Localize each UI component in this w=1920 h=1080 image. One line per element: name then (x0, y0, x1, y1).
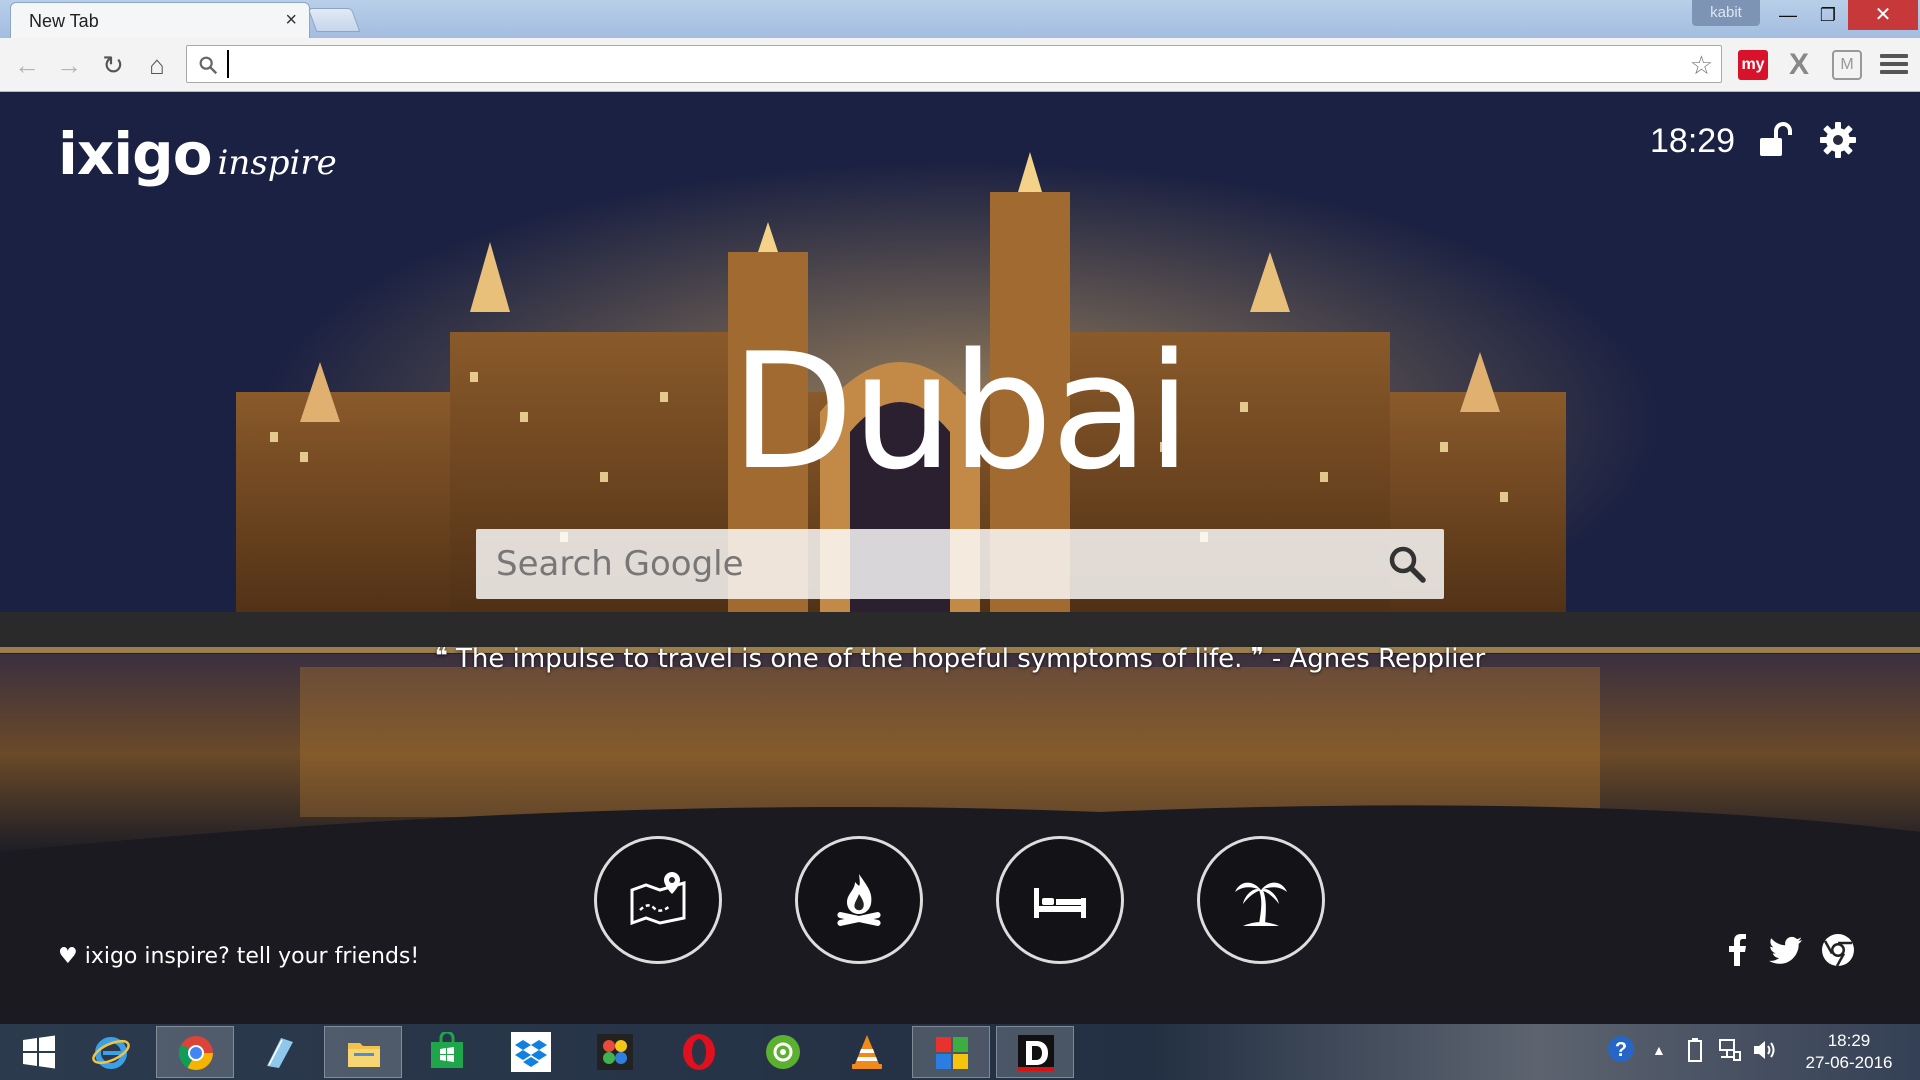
share-prompt[interactable]: ♥ ixigo inspire? tell your friends! (58, 944, 419, 969)
notepad-icon (267, 1038, 293, 1068)
search-icon (199, 56, 218, 75)
windows-store-icon (431, 1032, 463, 1068)
back-icon[interactable]: ← (10, 48, 44, 82)
browser-tab-bar: New Tab × kabit — ❐ ✕ (0, 0, 1920, 38)
taskbar-windows-store[interactable] (408, 1026, 486, 1078)
taskbar-time: 18:29 (1827, 1031, 1871, 1050)
quote-author: - Agnes Repplier (1271, 644, 1486, 674)
windows-start-icon (23, 1035, 55, 1069)
internet-explorer-icon (92, 1037, 130, 1069)
taskbar-tiles-app[interactable] (912, 1026, 990, 1078)
d-app-icon (1018, 1035, 1054, 1071)
quote-open-mark: ❝ (434, 644, 448, 669)
tab-new-tab[interactable]: New Tab × (10, 2, 310, 38)
system-clock[interactable]: 18:29 27-06-2016 (1790, 1030, 1908, 1074)
media-icon (766, 1035, 800, 1069)
taskbar-notepad[interactable] (240, 1026, 318, 1078)
volume-icon[interactable] (1752, 1038, 1778, 1068)
gear-icon[interactable] (1818, 120, 1858, 160)
network-icon[interactable] (1718, 1038, 1742, 1068)
hotel-bed-button[interactable] (996, 836, 1124, 964)
taskbar-chrome[interactable] (156, 1026, 234, 1078)
taskbar-opera[interactable] (660, 1026, 738, 1078)
close-tab-icon[interactable]: × (285, 9, 297, 32)
tab-title: New Tab (29, 11, 99, 31)
city-title: Dubai (730, 318, 1192, 505)
svg-text:?: ? (1615, 1039, 1627, 1061)
close-window-button[interactable]: ✕ (1848, 0, 1918, 30)
campfire-button[interactable] (795, 836, 923, 964)
help-icon[interactable]: ? (1606, 1034, 1636, 1070)
chrome-menu-icon[interactable] (1880, 54, 1908, 78)
map-icon (630, 872, 686, 926)
new-tab-page: ixigoinspire 18:29 Dubai ❝ The impulse t… (0, 92, 1920, 1024)
google-search-input[interactable] (496, 539, 1336, 589)
tiles-app-icon (936, 1037, 968, 1069)
beach-button[interactable] (1197, 836, 1325, 964)
taskbar-media-app[interactable] (744, 1026, 822, 1078)
paint-icon (597, 1034, 633, 1070)
facebook-icon[interactable] (1720, 932, 1756, 968)
campfire-icon (837, 874, 881, 926)
palm-tree-icon (1235, 882, 1287, 926)
minimize-button[interactable]: — (1766, 0, 1810, 30)
show-hidden-icons-icon[interactable]: ▲ (1652, 1042, 1666, 1058)
address-input[interactable] (227, 50, 1667, 78)
clock: 18:29 (1650, 122, 1736, 160)
ixigo-logo[interactable]: ixigo inspire (58, 120, 337, 188)
vlc-icon (852, 1035, 882, 1069)
twitter-icon[interactable] (1768, 932, 1804, 968)
taskbar-internet-explorer[interactable] (72, 1026, 150, 1078)
travel-quote: ❝ The impulse to travel is one of the ho… (0, 644, 1920, 674)
search-icon[interactable] (1386, 543, 1428, 585)
battery-icon[interactable] (1688, 1038, 1702, 1068)
profile-name[interactable]: kabit (1692, 0, 1760, 26)
taskbar-paint[interactable] (576, 1026, 654, 1078)
x-extension-icon[interactable]: X (1784, 50, 1814, 80)
home-icon[interactable]: ⌂ (140, 48, 174, 82)
restore-button[interactable]: ❐ (1806, 0, 1850, 30)
browser-toolbar: ← → ↻ ⌂ ☆ my X M (0, 38, 1920, 92)
chrome-store-icon[interactable] (1820, 932, 1856, 968)
logo-main: ixigo (58, 120, 213, 188)
my-extension-icon[interactable]: my (1738, 50, 1768, 80)
unlock-icon[interactable] (1756, 120, 1796, 160)
taskbar-file-explorer[interactable] (324, 1026, 402, 1078)
quote-close-mark: ❞ (1250, 644, 1264, 669)
reload-icon[interactable]: ↻ (96, 48, 130, 82)
opera-icon (683, 1034, 715, 1070)
start-button[interactable] (0, 1026, 78, 1078)
shield-extension-icon[interactable]: M (1832, 50, 1862, 80)
bookmark-star-icon[interactable]: ☆ (1690, 51, 1713, 79)
quote-text: The impulse to travel is one of the hope… (456, 644, 1243, 674)
address-bar[interactable]: ☆ (186, 45, 1722, 83)
taskbar-vlc[interactable] (828, 1026, 906, 1078)
google-search-box (476, 529, 1444, 599)
chrome-icon (179, 1036, 213, 1070)
forward-icon[interactable]: → (52, 48, 86, 82)
windows-taskbar: ? ▲ 18:29 27-06-2016 (0, 1024, 1920, 1080)
map-button[interactable] (594, 836, 722, 964)
file-explorer-icon (348, 1043, 380, 1067)
dropbox-icon (511, 1032, 551, 1072)
taskbar-date: 27-06-2016 (1805, 1053, 1893, 1072)
taskbar-dropbox[interactable] (492, 1026, 570, 1078)
taskbar-d-app[interactable] (996, 1026, 1074, 1078)
logo-sub: inspire (217, 143, 337, 183)
bed-icon (1034, 888, 1086, 918)
new-tab-button[interactable] (307, 8, 361, 32)
